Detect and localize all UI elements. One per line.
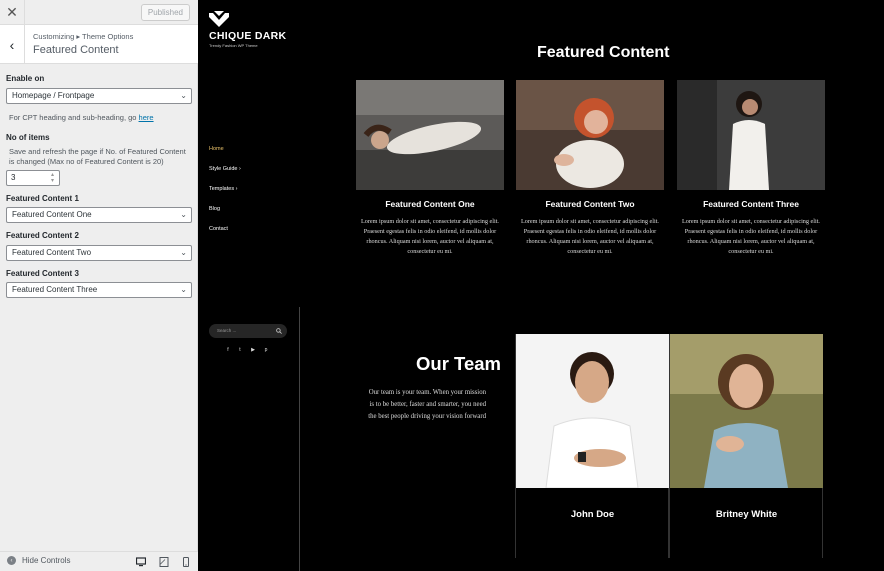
no-of-items-description: Save and refresh the page if No. of Feat… xyxy=(9,147,186,166)
hide-controls-button[interactable]: ‹ Hide Controls xyxy=(7,556,70,565)
team-photo-1[interactable] xyxy=(516,334,669,488)
logo-mark-icon[interactable] xyxy=(209,11,229,27)
featured-name-2[interactable]: Featured Content Two xyxy=(516,199,664,209)
customizer-footer: ‹ Hide Controls xyxy=(0,551,198,571)
featured-text-1: Lorem ipsum dolor sit amet, consectetur … xyxy=(361,218,499,255)
mobile-preview-icon[interactable] xyxy=(181,557,191,567)
featured-image-3[interactable] xyxy=(677,80,825,190)
facebook-icon[interactable]: f xyxy=(225,347,231,353)
cpt-here-link[interactable]: here xyxy=(139,113,154,122)
fc3-label: Featured Content 3 xyxy=(6,269,79,278)
chevron-right-icon: › xyxy=(235,186,238,192)
team-description: Our team is your team. When your mission… xyxy=(368,389,486,420)
featured-name-1[interactable]: Featured Content One xyxy=(356,199,504,209)
fc3-value: Featured Content Three xyxy=(12,285,98,294)
team-member-name-1[interactable]: John Doe xyxy=(516,509,669,520)
site-preview: CHIQUE DARK Trendy Fashion WP Theme Home… xyxy=(198,0,884,571)
chevron-right-icon: › xyxy=(238,166,241,172)
nav-item-blog[interactable]: Blog xyxy=(209,206,220,212)
close-customizer-button[interactable]: ✕ xyxy=(0,0,25,25)
pinterest-icon[interactable]: p xyxy=(263,347,269,353)
nav-item-templates[interactable]: Templates › xyxy=(209,186,237,192)
search-placeholder: Search ... xyxy=(217,328,237,333)
fc1-select[interactable]: Featured Content One ⌄ xyxy=(6,207,192,223)
fc1-label: Featured Content 1 xyxy=(6,194,79,203)
spinner-icon[interactable]: ▴ ▾ xyxy=(51,172,54,184)
no-of-items-label: No of items xyxy=(6,133,50,142)
search-icon[interactable] xyxy=(276,328,282,334)
team-card-2[interactable]: Britney White xyxy=(669,334,823,558)
twitter-icon[interactable]: t xyxy=(237,347,243,353)
breadcrumb: Customizing ▸ Theme Options xyxy=(33,32,134,41)
team-member-name-2[interactable]: Britney White xyxy=(670,509,823,520)
fc2-label: Featured Content 2 xyxy=(6,231,79,240)
customizer-sidebar: ✕ Published ‹ Customizing ▸ Theme Option… xyxy=(0,0,198,571)
no-of-items-input[interactable]: 3 ▴ ▾ xyxy=(6,170,60,186)
youtube-icon[interactable]: ▶ xyxy=(250,347,256,353)
fc1-value: Featured Content One xyxy=(12,210,92,219)
section-header: ‹ Customizing ▸ Theme Options Featured C… xyxy=(0,25,198,64)
no-of-items-value: 3 xyxy=(11,173,16,182)
nav-item-style-guide[interactable]: Style Guide › xyxy=(209,166,241,172)
section-title: Featured Content xyxy=(33,44,119,56)
site-logo-text[interactable]: CHIQUE DARK xyxy=(209,30,286,42)
featured-text-2: Lorem ipsum dolor sit amet, consectetur … xyxy=(521,218,659,255)
team-section-title: Our Team xyxy=(416,353,501,374)
team-photo-2[interactable] xyxy=(670,334,823,488)
featured-image-2[interactable] xyxy=(516,80,664,190)
published-button[interactable]: Published xyxy=(140,4,190,21)
customizer-top-bar: ✕ Published xyxy=(0,0,198,25)
back-button[interactable]: ‹ xyxy=(0,25,25,64)
team-card-1[interactable]: John Doe xyxy=(515,334,669,558)
enable-on-label: Enable on xyxy=(6,74,45,83)
collapse-icon: ‹ xyxy=(7,556,16,565)
chevron-down-icon: ⌄ xyxy=(180,248,187,257)
chevron-down-icon: ⌄ xyxy=(180,285,187,294)
fc2-value: Featured Content Two xyxy=(12,248,92,257)
featured-section-title: Featured Content xyxy=(537,44,670,61)
chevron-down-icon: ⌄ xyxy=(180,210,187,219)
section-divider xyxy=(299,307,300,571)
enable-on-select[interactable]: Homepage / Frontpage ⌄ xyxy=(6,88,192,104)
search-input[interactable]: Search ... xyxy=(209,324,287,338)
fc3-select[interactable]: Featured Content Three ⌄ xyxy=(6,282,192,298)
enable-on-value: Homepage / Frontpage xyxy=(12,91,95,100)
desktop-preview-icon[interactable] xyxy=(136,557,146,567)
tablet-preview-icon[interactable] xyxy=(159,557,169,567)
featured-name-3[interactable]: Featured Content Three xyxy=(677,199,825,209)
featured-text-3: Lorem ipsum dolor sit amet, consectetur … xyxy=(682,218,820,255)
fc2-select[interactable]: Featured Content Two ⌄ xyxy=(6,245,192,261)
cpt-note: For CPT heading and sub-heading, go here xyxy=(9,113,154,122)
hide-controls-label: Hide Controls xyxy=(22,556,71,565)
featured-image-1[interactable] xyxy=(356,80,504,190)
site-tagline: Trendy Fashion WP Theme xyxy=(209,43,258,48)
chevron-down-icon: ⌄ xyxy=(180,91,187,100)
nav-item-contact[interactable]: Contact xyxy=(209,226,228,232)
nav-item-home[interactable]: Home xyxy=(209,146,224,152)
